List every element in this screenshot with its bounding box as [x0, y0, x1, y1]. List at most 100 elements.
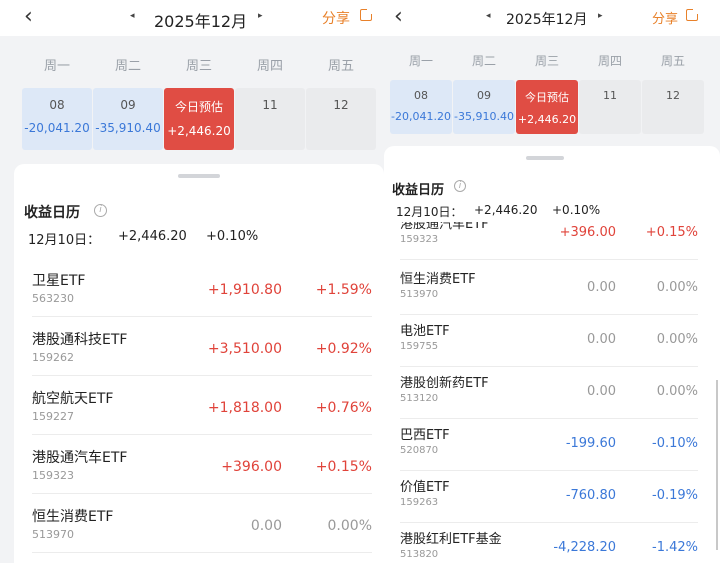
day-number: 09 [120, 98, 136, 112]
list-item[interactable]: 航空航天ETF 159227 +1,818.00 +0.76% [32, 388, 372, 438]
fund-amount: +396.00 [221, 459, 282, 475]
fund-name: 恒生消费ETF [32, 509, 114, 525]
fund-pct: 0.00% [656, 384, 698, 399]
fund-pct: +0.15% [645, 225, 698, 240]
fund-code: 520870 [400, 445, 439, 456]
day-value: +2,446.20 [517, 113, 577, 126]
fund-amount: +1,818.00 [207, 400, 282, 416]
list-item[interactable]: 电池ETF 159755 0.00 0.00% [400, 320, 698, 370]
fund-amount: +396.00 [559, 225, 616, 240]
day-value: -20,041.20 [391, 110, 451, 123]
day-cell-08[interactable]: 08 -20,041.20 [390, 80, 452, 134]
section-title: 收益日历 [24, 205, 80, 221]
top-nav: ‹ ◂ 2025年12月 ▸ 分享 [0, 0, 384, 36]
fund-pct: +0.76% [315, 400, 372, 416]
list-item[interactable]: 港股通汽车ETF 159323 +396.00 +0.15% [400, 222, 698, 263]
weekday-mon: 周一 [408, 54, 433, 68]
fund-amount: 0.00 [587, 384, 616, 399]
day-cell-today[interactable]: 今日预估 +2,446.20 [516, 80, 578, 134]
fund-name: 恒生消费ETF [400, 272, 476, 287]
row-divider [400, 366, 698, 367]
info-icon[interactable]: i [454, 180, 466, 192]
back-icon[interactable]: ‹ [24, 4, 33, 29]
date-label: 12月10日： [396, 205, 463, 219]
sheet-drag-handle[interactable] [178, 174, 220, 178]
day-cell-09[interactable]: 09 -35,910.40 [453, 80, 515, 134]
day-number: 11 [262, 98, 278, 112]
day-number: 今日预估 [174, 100, 223, 114]
prev-month-icon[interactable]: ◂ [486, 11, 491, 21]
day-value: -35,910.40 [95, 121, 161, 135]
info-icon[interactable]: i [94, 204, 107, 217]
back-icon[interactable]: ‹ [394, 4, 403, 29]
row-divider [400, 259, 698, 260]
fund-code: 513120 [400, 393, 439, 404]
weekday-mon: 周一 [43, 59, 70, 74]
list-item[interactable]: 港股通汽车ETF 159323 +396.00 +0.15% [32, 447, 372, 497]
next-month-icon[interactable]: ▸ [258, 11, 263, 21]
fund-pct: +0.15% [315, 459, 372, 475]
day-value: -20,041.20 [24, 121, 90, 135]
daily-total-pct: +0.10% [552, 203, 601, 217]
row-divider [400, 314, 698, 315]
top-nav: ‹ ◂ 2025年12月 ▸ 分享 [384, 0, 720, 36]
fund-code: 159263 [400, 497, 439, 508]
day-cell-11[interactable]: 11 [579, 80, 641, 134]
fund-pct: 0.00% [327, 518, 372, 534]
day-cell-09[interactable]: 09 -35,910.40 [93, 88, 163, 150]
right-screen: ‹ ◂ 2025年12月 ▸ 分享 周一 周二 周三 周四 周五 08 -20,… [384, 0, 720, 563]
fund-amount: 0.00 [587, 280, 616, 295]
list-item[interactable]: 港股创新药ETF 513120 0.00 0.00% [400, 372, 698, 422]
fund-code: 513820 [400, 549, 439, 560]
fund-code: 513970 [32, 528, 74, 541]
row-divider [32, 316, 372, 317]
share-button[interactable]: 分享 [322, 8, 350, 28]
weekday-thu: 周四 [597, 54, 622, 68]
weekday-thu: 周四 [256, 59, 283, 74]
fund-code: 563230 [32, 292, 74, 305]
holdings-list[interactable]: 港股通汽车ETF 159323 +396.00 +0.15% 恒生消费ETF 5… [384, 222, 720, 563]
weekday-wed: 周三 [534, 54, 559, 68]
list-item[interactable]: 港股通科技ETF 159262 +3,510.00 +0.92% [32, 329, 372, 379]
fund-amount: +3,510.00 [207, 341, 282, 357]
day-number: 12 [333, 98, 349, 112]
list-item[interactable]: 价值ETF 159263 -760.80 -0.19% [400, 476, 698, 526]
fund-pct: -1.42% [652, 540, 698, 555]
fund-pct: +1.59% [315, 282, 372, 298]
list-item[interactable]: 巴西ETF 520870 -199.60 -0.10% [400, 424, 698, 474]
day-number: 08 [414, 89, 428, 102]
day-cell-08[interactable]: 08 -20,041.20 [22, 88, 92, 150]
share-icon[interactable] [360, 7, 374, 21]
next-month-icon[interactable]: ▸ [598, 11, 603, 21]
weekday-fri: 周五 [660, 54, 685, 68]
fund-pct: -0.19% [652, 488, 698, 503]
daily-total: +2,446.20 [474, 203, 538, 217]
fund-pct: +0.92% [315, 341, 372, 357]
prev-month-icon[interactable]: ◂ [130, 11, 135, 21]
day-cell-11[interactable]: 11 [235, 88, 305, 150]
fund-amount: +1,910.80 [207, 282, 282, 298]
list-item[interactable]: 港股红利ETF基金 513820 -4,228.20 -1.42% [400, 528, 698, 563]
list-item[interactable]: 卫星ETF 563230 +1,910.80 +1.59% [32, 270, 372, 320]
day-cell-today[interactable]: 今日预估 +2,446.20 [164, 88, 234, 150]
share-icon[interactable] [686, 7, 700, 21]
day-number: 今日预估 [525, 91, 569, 104]
weekday-tue: 周二 [114, 59, 141, 74]
row-divider [32, 493, 372, 494]
list-scrollbar[interactable] [716, 380, 718, 550]
month-title[interactable]: 2025年12月 [154, 8, 247, 32]
left-screen: ‹ ◂ 2025年12月 ▸ 分享 周一 周二 周三 周四 周五 08 -20,… [0, 0, 384, 563]
day-number: 12 [666, 89, 680, 102]
month-title[interactable]: 2025年12月 [506, 9, 587, 29]
row-divider [32, 434, 372, 435]
list-item[interactable]: 恒生消费ETF 513970 0.00 0.00% [400, 268, 698, 318]
day-cell-12[interactable]: 12 [306, 88, 376, 150]
section-title: 收益日历 [392, 183, 445, 198]
day-cell-12[interactable]: 12 [642, 80, 704, 134]
sheet-drag-handle[interactable] [526, 156, 564, 160]
weekday-tue: 周二 [471, 54, 496, 68]
row-divider [400, 470, 698, 471]
fund-code: 159755 [400, 341, 439, 352]
share-button[interactable]: 分享 [652, 8, 678, 27]
list-item[interactable]: 恒生消费ETF 513970 0.00 0.00% [32, 506, 372, 556]
